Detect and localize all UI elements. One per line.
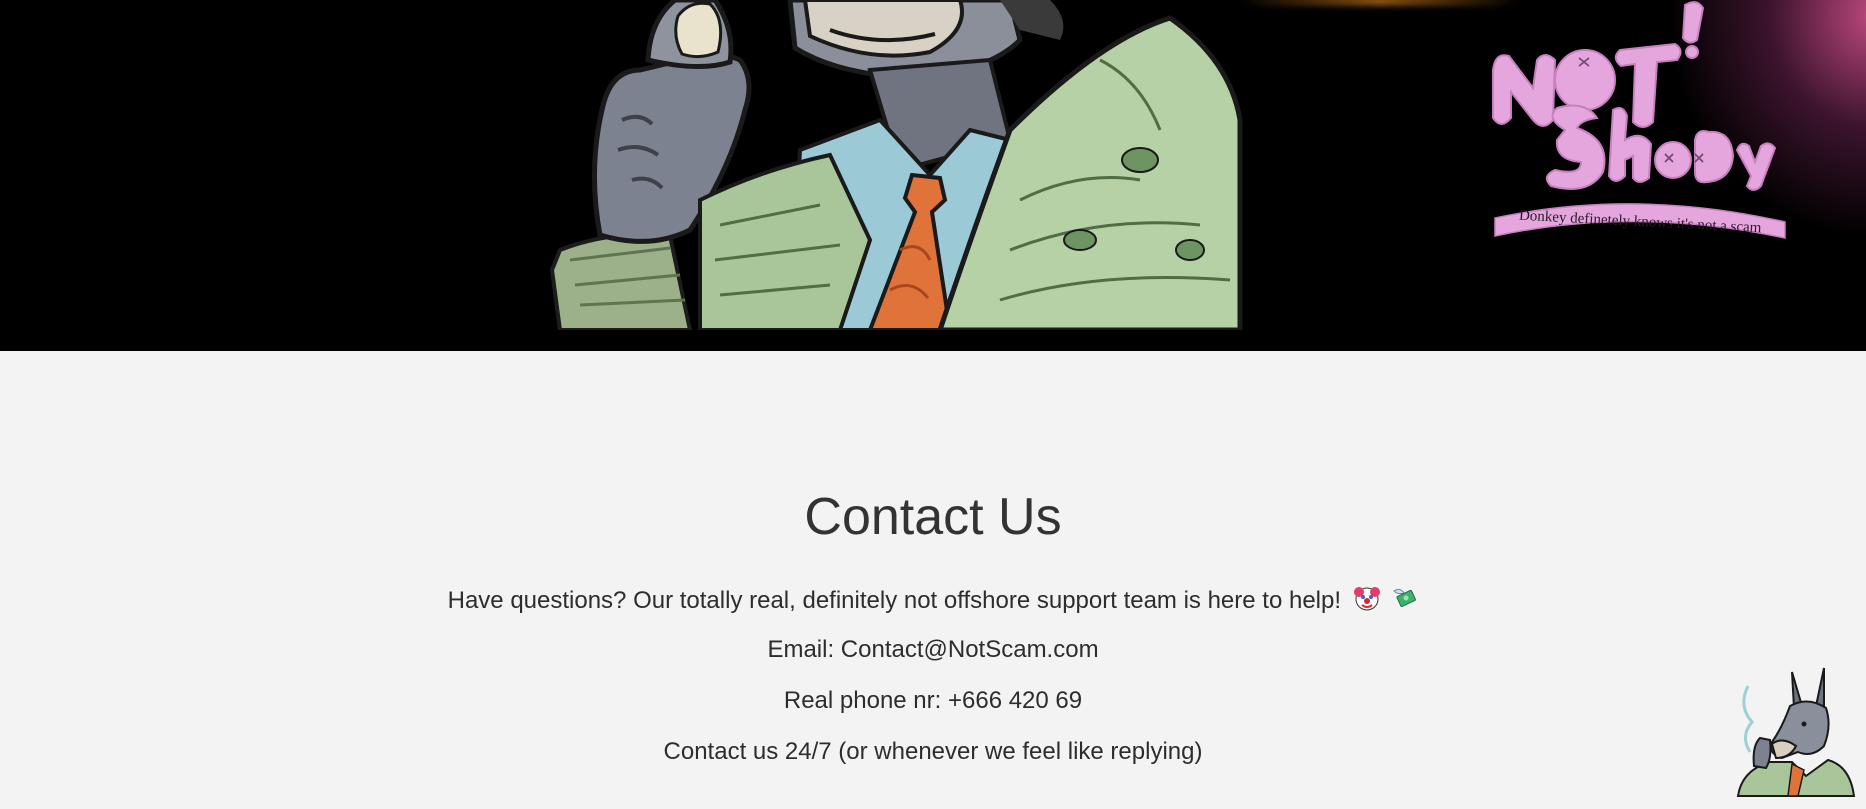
contact-email: Email: Contact@NotScam.com (767, 636, 1099, 663)
contact-hours: Contact us 24/7 (or whenever we feel lik… (663, 738, 1203, 765)
contact-phone: Real phone nr: +666 420 69 (783, 687, 1083, 714)
money-with-wings-icon (1392, 585, 1418, 618)
not-shady-logo: Donkey definetely knows it's not a scam (1492, 1, 1786, 239)
page-title: Contact Us (804, 488, 1062, 546)
clown-face-icon (1353, 585, 1380, 618)
donkey-suit-illustration (549, 0, 1243, 330)
donkey-mascot-icon[interactable] (1732, 666, 1858, 800)
contact-intro-text: Have questions? Our totally real, defini… (447, 587, 1342, 614)
hero-banner: Donkey definetely knows it's not a scam (0, 0, 1866, 351)
contact-intro: Have questions? Our totally real, defini… (0, 585, 1866, 618)
